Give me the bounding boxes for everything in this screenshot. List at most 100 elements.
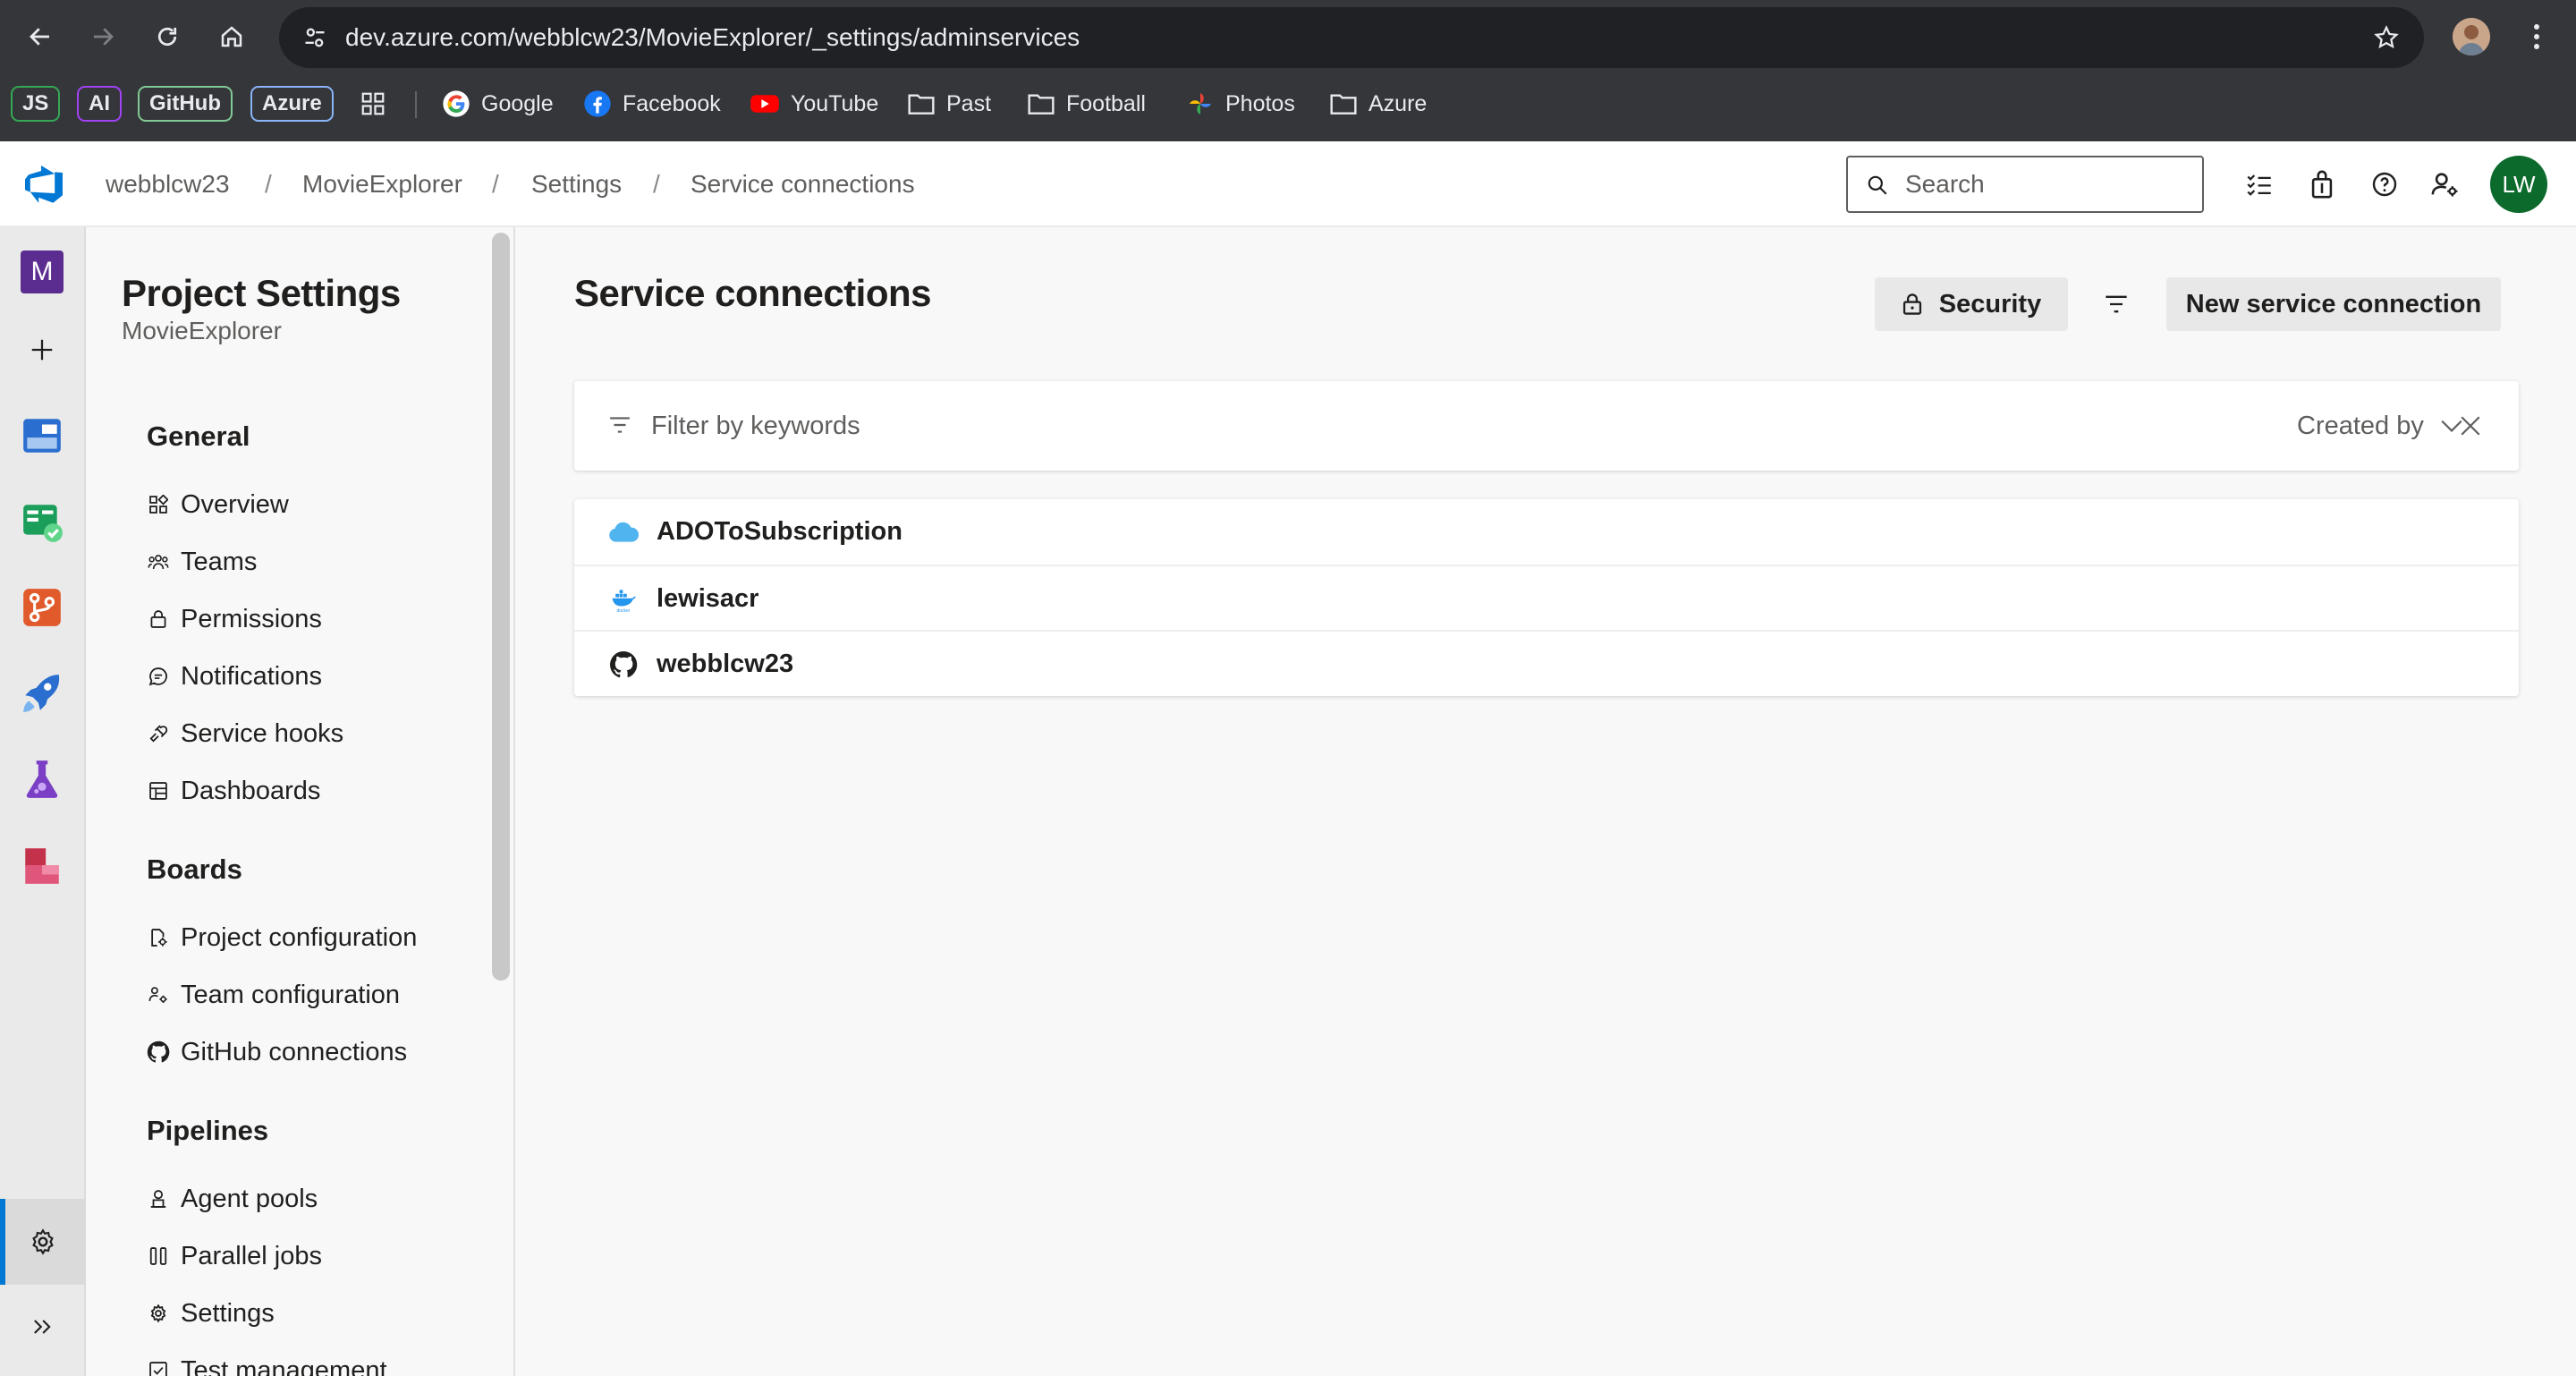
- home-button[interactable]: [213, 18, 250, 55]
- chat-bubble-icon: [147, 665, 170, 688]
- nav-item-project-configuration[interactable]: Project configuration: [147, 916, 417, 959]
- test-plans-icon: [26, 760, 58, 798]
- nav-item-teams[interactable]: Teams: [147, 540, 257, 583]
- docker-icon: docker: [608, 584, 639, 615]
- breadcrumb-current-page[interactable]: Service connections: [691, 141, 915, 227]
- rail-project-settings[interactable]: [0, 1199, 86, 1285]
- help-button[interactable]: [2367, 166, 2402, 202]
- project-settings-nav: Project Settings MovieExplorer General O…: [86, 227, 515, 1376]
- created-by-label: Created by: [2297, 411, 2424, 440]
- rail-artifacts[interactable]: [18, 841, 66, 889]
- bookmark-folder-football[interactable]: Football: [1027, 84, 1146, 123]
- nav-scrollbar-thumb[interactable]: [492, 233, 510, 981]
- site-info-button[interactable]: [297, 20, 333, 55]
- lock-icon: [147, 607, 170, 631]
- nav-item-dashboards[interactable]: Dashboards: [147, 769, 320, 812]
- app-rail: M: [0, 227, 86, 1376]
- service-connection-row[interactable]: webblcw23: [574, 630, 2519, 695]
- user-settings-button[interactable]: [2428, 166, 2463, 202]
- checklist-icon: [2247, 174, 2271, 196]
- nav-item-parallel-jobs[interactable]: Parallel jobs: [147, 1235, 322, 1278]
- security-button-label: Security: [1938, 289, 2042, 319]
- bookmark-azure[interactable]: Azure: [250, 86, 334, 122]
- service-connection-row[interactable]: ADOToSubscription: [574, 499, 2519, 565]
- bookmark-folder-azure[interactable]: Azure: [1329, 84, 1427, 123]
- bookmark-label: YouTube: [791, 90, 879, 116]
- address-bar[interactable]: dev.azure.com/webblcw23/MovieExplorer/_s…: [279, 7, 2424, 68]
- bookmark-folder-past[interactable]: Past: [907, 84, 991, 123]
- filter-keywords-input[interactable]: [649, 399, 1991, 453]
- bookmark-ai[interactable]: AI: [77, 86, 122, 122]
- bookmark-youtube[interactable]: YouTube: [750, 84, 878, 123]
- nav-item-pipeline-settings[interactable]: Settings: [147, 1292, 275, 1335]
- filter-close-button[interactable]: [2454, 410, 2487, 442]
- nav-item-permissions[interactable]: Permissions: [147, 598, 322, 641]
- service-connection-name[interactable]: ADOToSubscription: [657, 499, 902, 565]
- service-connection-name[interactable]: webblcw23: [657, 632, 793, 696]
- user-avatar[interactable]: LW: [2490, 156, 2547, 213]
- marketplace-button[interactable]: [2304, 166, 2340, 202]
- rail-project-tile[interactable]: M: [21, 251, 64, 293]
- pipelines-icon: [23, 675, 60, 712]
- nav-item-notifications[interactable]: Notifications: [147, 655, 322, 698]
- reload-button[interactable]: [148, 18, 186, 55]
- nav-item-label: GitHub connections: [181, 1037, 408, 1066]
- breadcrumb-organization[interactable]: webblcw23: [106, 141, 230, 227]
- nav-item-github-connections[interactable]: GitHub connections: [147, 1031, 407, 1074]
- filter-bar: Created by: [574, 381, 2519, 471]
- rail-boards[interactable]: [18, 497, 66, 546]
- rail-test-plans[interactable]: [18, 755, 66, 803]
- azure-devops-logo[interactable]: [23, 163, 66, 206]
- close-icon: [2461, 416, 2480, 436]
- people-gear-icon: [147, 983, 170, 1007]
- bookmark-star-button[interactable]: [2368, 20, 2404, 55]
- user-settings-icon: [2431, 173, 2458, 197]
- nav-item-label: Overview: [181, 489, 289, 519]
- bookmark-js[interactable]: JS: [11, 86, 61, 122]
- nav-item-team-configuration[interactable]: Team configuration: [147, 973, 400, 1016]
- created-by-dropdown[interactable]: Created by: [2297, 381, 2463, 471]
- forward-button[interactable]: [84, 18, 122, 55]
- nav-item-agent-pools[interactable]: Agent pools: [147, 1177, 318, 1220]
- rail-overview[interactable]: [18, 412, 66, 460]
- nav-item-label: Project configuration: [181, 922, 418, 952]
- nav-item-overview[interactable]: Overview: [147, 483, 289, 526]
- work-items-button[interactable]: [2241, 166, 2277, 202]
- rail-repos[interactable]: [18, 583, 66, 632]
- bookmark-label: Facebook: [623, 90, 721, 116]
- service-connection-name[interactable]: lewisacr: [657, 566, 758, 632]
- bookmark-google[interactable]: Google: [442, 84, 554, 123]
- service-connection-row[interactable]: docker lewisacr: [574, 565, 2519, 630]
- back-button[interactable]: [21, 18, 59, 55]
- nav-item-label: Permissions: [181, 604, 322, 633]
- lock-icon: [1902, 293, 1921, 315]
- boards-icon: [23, 505, 63, 542]
- page-title: Service connections: [574, 272, 932, 314]
- apps-button[interactable]: [360, 84, 386, 123]
- breadcrumb-settings[interactable]: Settings: [531, 141, 622, 227]
- nav-item-service-hooks[interactable]: Service hooks: [147, 712, 343, 755]
- breadcrumb-project[interactable]: MovieExplorer: [302, 141, 462, 227]
- bookmark-photos[interactable]: Photos: [1186, 84, 1295, 123]
- browser-profile-avatar[interactable]: [2453, 18, 2490, 55]
- filter-toggle-button[interactable]: [2098, 286, 2134, 322]
- nav-item-label: Teams: [181, 547, 258, 576]
- breadcrumb-separator: /: [653, 170, 660, 198]
- address-url[interactable]: dev.azure.com/webblcw23/MovieExplorer/_s…: [345, 7, 1080, 68]
- browser-menu-button[interactable]: [2521, 18, 2553, 55]
- rail-new-item-button[interactable]: [18, 326, 66, 374]
- nav-item-test-management[interactable]: Test management: [147, 1349, 387, 1376]
- filter-icon: [2106, 295, 2127, 313]
- bookmark-facebook[interactable]: Facebook: [583, 84, 721, 123]
- google-photos-icon: [1190, 93, 1211, 115]
- search-input[interactable]: [1903, 157, 2190, 211]
- bookmark-github[interactable]: GitHub: [138, 86, 233, 122]
- rail-pipelines[interactable]: [18, 669, 66, 718]
- rail-expand-button[interactable]: [18, 1303, 66, 1351]
- security-button[interactable]: Security: [1875, 277, 2068, 331]
- search-box[interactable]: [1846, 156, 2204, 213]
- new-service-connection-button[interactable]: New service connection: [2166, 277, 2501, 331]
- plus-icon: [31, 339, 53, 361]
- ado-top-bar: webblcw23 / MovieExplorer / Settings / S…: [0, 141, 2576, 227]
- tune-icon: [305, 28, 325, 47]
